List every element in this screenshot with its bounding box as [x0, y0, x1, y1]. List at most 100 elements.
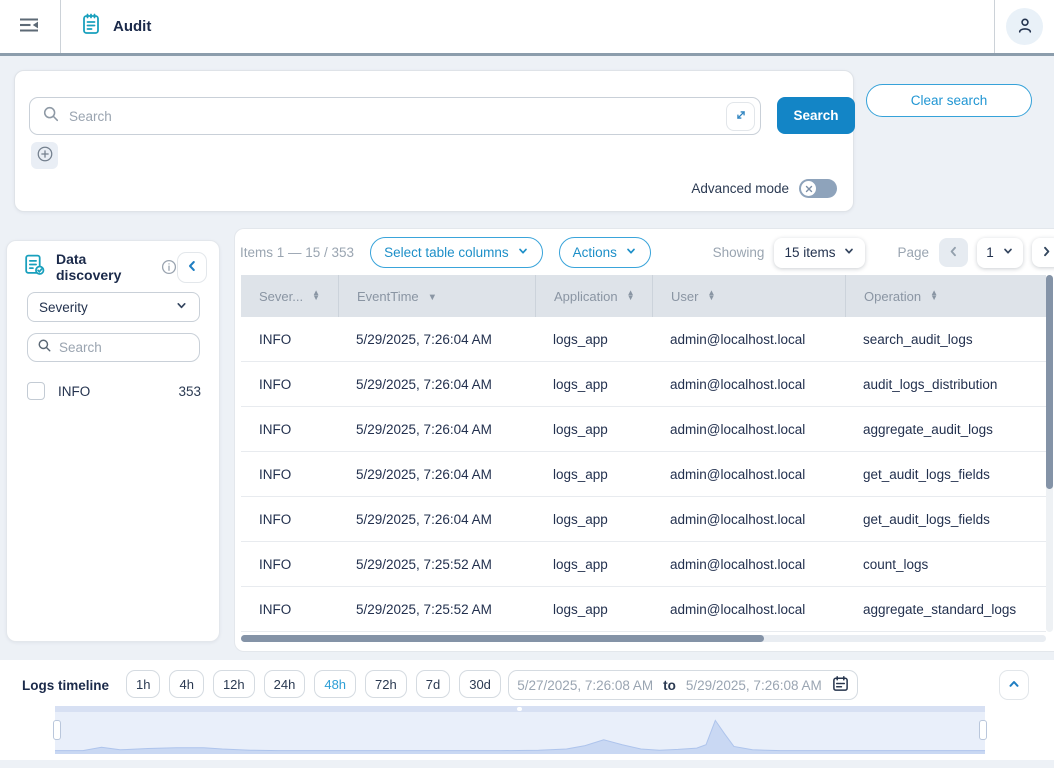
- table-cell: INFO: [241, 452, 338, 496]
- table-cell: 5/29/2025, 7:26:04 AM: [338, 317, 535, 361]
- facet-count: 353: [178, 384, 201, 399]
- horizontal-scrollbar[interactable]: [241, 635, 1046, 642]
- table-cell: admin@localhost.local: [652, 497, 845, 541]
- previous-page-button[interactable]: [939, 238, 968, 267]
- brush-grip[interactable]: [517, 707, 522, 711]
- column-header[interactable]: Application▲▼: [535, 275, 652, 317]
- table-cell: logs_app: [535, 362, 652, 406]
- range-button-48h[interactable]: 48h: [314, 670, 356, 698]
- table-row[interactable]: INFO5/29/2025, 7:25:52 AMlogs_appadmin@l…: [241, 587, 1046, 632]
- next-page-button[interactable]: [1032, 238, 1054, 267]
- table-cell: INFO: [241, 542, 338, 586]
- range-button-24h[interactable]: 24h: [264, 670, 306, 698]
- horizontal-scrollbar-thumb[interactable]: [241, 635, 764, 642]
- vertical-scrollbar[interactable]: [1046, 275, 1053, 632]
- field-selector-value: Severity: [39, 300, 88, 315]
- person-icon: [1014, 14, 1036, 39]
- date-range-to-label: to: [663, 678, 676, 693]
- table-row[interactable]: INFO5/29/2025, 7:26:04 AMlogs_appadmin@l…: [241, 362, 1046, 407]
- chevron-left-icon: [947, 245, 960, 261]
- table-row[interactable]: INFO5/29/2025, 7:26:04 AMlogs_appadmin@l…: [241, 452, 1046, 497]
- expand-search-button[interactable]: [726, 102, 755, 131]
- actions-button[interactable]: Actions: [559, 237, 651, 268]
- table-row[interactable]: INFO5/29/2025, 7:26:04 AMlogs_appadmin@l…: [241, 317, 1046, 362]
- table-row[interactable]: INFO5/29/2025, 7:26:04 AMlogs_appadmin@l…: [241, 407, 1046, 452]
- range-button-7d[interactable]: 7d: [416, 670, 450, 698]
- search-button[interactable]: Search: [777, 97, 855, 134]
- facet-label: INFO: [58, 384, 90, 399]
- search-icon: [37, 338, 52, 358]
- table-cell: logs_app: [535, 452, 652, 496]
- column-header[interactable]: Operation▲▼: [845, 275, 1046, 317]
- topbar-right-divider: [994, 0, 995, 53]
- brush-handle-left[interactable]: [53, 720, 61, 740]
- timeline-chart[interactable]: [55, 706, 985, 754]
- column-header-label: Application: [554, 289, 618, 304]
- collapse-sidebar-button[interactable]: [177, 252, 207, 283]
- column-header-label: User: [671, 289, 698, 304]
- advanced-mode-toggle[interactable]: [799, 179, 837, 198]
- table-cell: admin@localhost.local: [652, 542, 845, 586]
- table-cell: logs_app: [535, 407, 652, 451]
- column-header-label: Sever...: [259, 289, 303, 304]
- collapse-timeline-button[interactable]: [999, 670, 1029, 700]
- data-discovery-icon: [22, 252, 47, 282]
- calendar-icon[interactable]: [832, 675, 849, 695]
- range-button-12h[interactable]: 12h: [213, 670, 255, 698]
- info-icon[interactable]: [161, 259, 177, 275]
- showing-label: Showing: [713, 245, 765, 260]
- column-header[interactable]: Sever...▲▼: [241, 275, 338, 317]
- table-cell: search_audit_logs: [845, 317, 1046, 361]
- range-button-1h[interactable]: 1h: [126, 670, 160, 698]
- timeline-area-line: [55, 720, 985, 750]
- page-size-dropdown[interactable]: 15 items: [774, 238, 865, 268]
- table-cell: audit_logs_distribution: [845, 362, 1046, 406]
- table-row[interactable]: INFO5/29/2025, 7:25:52 AMlogs_appadmin@l…: [241, 542, 1046, 587]
- chevron-down-icon: [1002, 245, 1014, 260]
- table-row[interactable]: INFO5/29/2025, 7:26:04 AMlogs_appadmin@l…: [241, 497, 1046, 542]
- sort-icon: ▲▼: [707, 291, 715, 301]
- vertical-scrollbar-thumb[interactable]: [1046, 275, 1053, 489]
- page-size-value: 15 items: [784, 245, 835, 260]
- table-cell: logs_app: [535, 317, 652, 361]
- table-cell: 5/29/2025, 7:26:04 AM: [338, 497, 535, 541]
- data-discovery-panel: Data discovery Severity INFO 353: [6, 240, 220, 642]
- sidebar-toggle-button[interactable]: [8, 6, 50, 48]
- search-panel: Search Advanced mode: [14, 70, 854, 212]
- range-button-72h[interactable]: 72h: [365, 670, 407, 698]
- page-number-dropdown[interactable]: 1: [977, 238, 1023, 268]
- date-range-picker[interactable]: 5/27/2025, 7:26:08 AM to 5/29/2025, 7:26…: [508, 670, 858, 700]
- column-header[interactable]: User ▲▼: [652, 275, 845, 317]
- table-cell: INFO: [241, 407, 338, 451]
- field-selector[interactable]: Severity: [27, 292, 200, 322]
- search-icon: [42, 105, 60, 128]
- facet-checkbox[interactable]: [27, 382, 45, 400]
- facet-row: INFO 353: [27, 380, 201, 402]
- actions-label: Actions: [573, 245, 617, 260]
- data-discovery-title: Data discovery: [56, 251, 154, 283]
- clear-search-button[interactable]: Clear search: [866, 84, 1032, 117]
- results-table-panel: Items 1 — 15 / 353 Select table columns …: [234, 228, 1054, 652]
- topbar-divider: [60, 0, 61, 53]
- top-bar: Audit: [0, 0, 1054, 56]
- table-cell: INFO: [241, 497, 338, 541]
- table-cell: admin@localhost.local: [652, 362, 845, 406]
- logs-timeline-panel: Logs timeline 1h4h12h24h48h72h7d30dtoday…: [0, 660, 1054, 760]
- brush-handle-right[interactable]: [979, 720, 987, 740]
- table-cell: 5/29/2025, 7:25:52 AM: [338, 542, 535, 586]
- sort-icon: ▲▼: [930, 291, 938, 301]
- range-button-30d[interactable]: 30d: [459, 670, 501, 698]
- range-button-4h[interactable]: 4h: [169, 670, 203, 698]
- chevron-right-icon: [1040, 245, 1053, 261]
- chevron-left-icon: [185, 259, 199, 276]
- select-columns-button[interactable]: Select table columns: [370, 237, 543, 268]
- add-filter-button[interactable]: [31, 142, 58, 169]
- search-input[interactable]: [69, 109, 717, 124]
- facet-search-input[interactable]: [59, 340, 190, 355]
- table-cell: admin@localhost.local: [652, 407, 845, 451]
- page-number-value: 1: [986, 245, 994, 260]
- toggle-knob: [801, 181, 816, 196]
- user-avatar-button[interactable]: [1006, 8, 1043, 45]
- column-header[interactable]: EventTime▼: [338, 275, 535, 317]
- table-cell: get_audit_logs_fields: [845, 452, 1046, 496]
